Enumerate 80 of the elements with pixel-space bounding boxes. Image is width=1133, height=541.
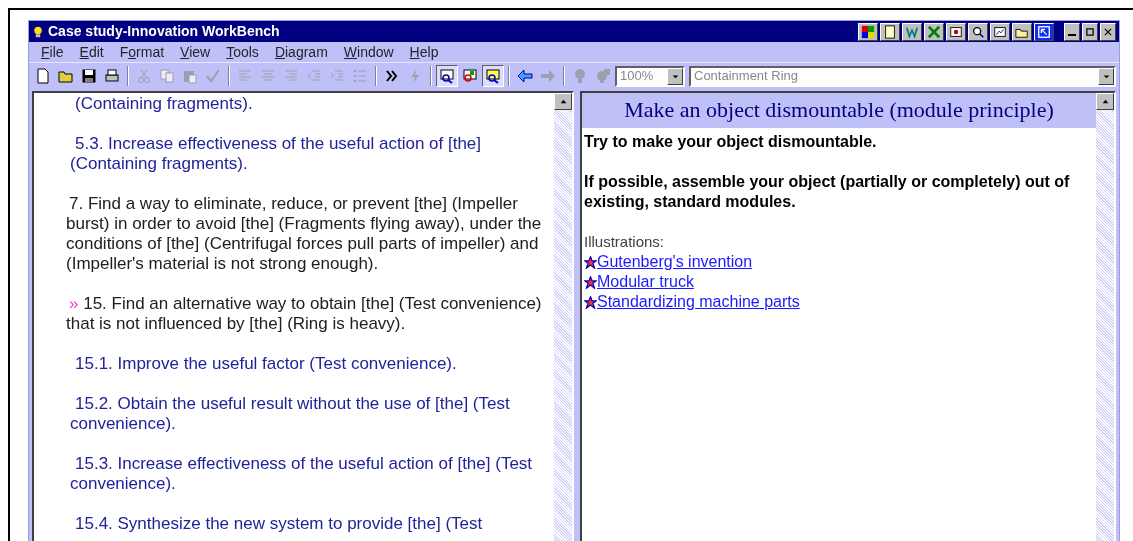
star-icon (584, 275, 597, 289)
maximize-button[interactable] (1082, 22, 1098, 41)
notepad-button[interactable] (880, 22, 900, 41)
arrow-box-button[interactable] (1034, 22, 1054, 41)
magnifier-icon (462, 68, 478, 84)
menu-item[interactable]: Window (335, 41, 402, 63)
lightbulb-icon (572, 68, 588, 84)
w-button[interactable] (902, 22, 922, 41)
chart-button[interactable] (990, 22, 1010, 41)
folder-icon (58, 68, 74, 84)
printer-icon (104, 68, 120, 84)
magnifier-icon (485, 68, 501, 84)
menu-item[interactable]: Tools (218, 41, 267, 63)
menu-item[interactable]: Format (111, 41, 173, 63)
scrollbar[interactable] (554, 93, 572, 541)
close-button[interactable] (1100, 22, 1116, 41)
outdent-icon (306, 68, 322, 84)
minimize-button[interactable] (1064, 22, 1080, 41)
x-button[interactable] (924, 22, 944, 41)
list-icon (352, 68, 368, 84)
up-arrow-icon (1100, 97, 1110, 106)
menu-item[interactable]: Diagram (266, 41, 336, 63)
chart-icon (993, 24, 1007, 39)
notepad-icon (883, 24, 897, 39)
new-file-icon (35, 68, 51, 84)
search-icon (971, 24, 985, 39)
illustrations-label: Illustrations: (583, 232, 666, 252)
slide-button[interactable] (946, 22, 966, 41)
w-icon (905, 24, 919, 39)
star-icon (584, 255, 597, 269)
double-chevron-icon (384, 68, 400, 84)
up-arrow-icon (558, 97, 568, 106)
align-right-icon (283, 68, 299, 84)
menu-item[interactable]: View (172, 41, 219, 63)
pane-heading: Make an object dismountable (module principle) (582, 93, 1096, 128)
close-icon (1103, 26, 1113, 37)
outline-item[interactable]: 15.2. Obtain the useful result without the use of [the] (Test convenience). (34, 394, 548, 434)
indent-icon (329, 68, 345, 84)
paragraph: Try to make your object dismountable. (583, 132, 878, 152)
magnifier-icon (439, 68, 455, 84)
search-button[interactable] (968, 22, 988, 41)
minimize-icon (1068, 34, 1076, 36)
clipboard-icon (182, 68, 198, 84)
illustration-link[interactable]: Gutenberg's invention (597, 252, 753, 272)
menu-item[interactable]: Help (401, 41, 447, 63)
left-arrow-icon (517, 68, 533, 84)
align-center-icon (260, 68, 276, 84)
arrow-box-icon (1037, 24, 1051, 39)
slide-icon (949, 24, 963, 39)
zoom-dropdown[interactable]: 100% (615, 65, 685, 87)
scrollbar[interactable] (1096, 93, 1114, 541)
magnifier-button[interactable] (482, 65, 504, 87)
outline-item[interactable]: (Containing fragments). (34, 94, 548, 114)
illustration-link[interactable]: Modular truck (597, 272, 694, 292)
outline-item[interactable]: 7. Find a way to eliminate, reduce, or prevent [the] (Impeller burst) in order to avoid [the] (Fragments flying away), under the conditions of [the] (Centrifugal forces pull parts of impeller) and (Impeller's material is not strong enough). (34, 194, 548, 274)
star-icon (584, 295, 597, 309)
magnifier-button[interactable] (436, 65, 458, 87)
outline-item[interactable]: » 15. Find an alternative way to obtain [the] (Test convenience) that is not influenced by [the] (Ring is heavy). (34, 294, 548, 334)
color-grid-button[interactable] (858, 22, 878, 41)
illustration-link[interactable]: Standardizing machine parts (597, 292, 800, 312)
spellcheck-icon (205, 68, 221, 84)
maximize-icon (1085, 26, 1095, 37)
copy-icon (159, 68, 175, 84)
outline-item[interactable]: 15.4. Synthesize the new system to provide [the] (Test (34, 514, 548, 534)
outline-item[interactable]: 5.3. Increase effectiveness of the useful action of [the] (Containing fragments). (34, 134, 548, 174)
outline-item[interactable]: 15.3. Increase effectiveness of the useful action of [the] (Test convenience). (34, 454, 548, 494)
scissors-icon (136, 68, 152, 84)
lightbulb-icon (595, 68, 611, 84)
save-icon (81, 68, 97, 84)
align-left-icon (237, 68, 253, 84)
folder-button[interactable] (1012, 22, 1032, 41)
color-grid-icon (861, 24, 875, 39)
right-arrow-icon (540, 68, 556, 84)
x-icon (927, 24, 941, 39)
topic-dropdown[interactable]: Containment Ring (689, 65, 1116, 87)
menu-item[interactable]: File (33, 41, 72, 63)
paragraph: If possible, assemble your object (partially or completely) out of existing, standard modules. (583, 172, 1071, 212)
window-title: Case study-Innovation WorkBench (48, 22, 280, 41)
menu-item[interactable]: Edit (71, 41, 112, 63)
outline-item[interactable]: 15.1. Improve the useful factor (Test convenience). (34, 354, 548, 374)
